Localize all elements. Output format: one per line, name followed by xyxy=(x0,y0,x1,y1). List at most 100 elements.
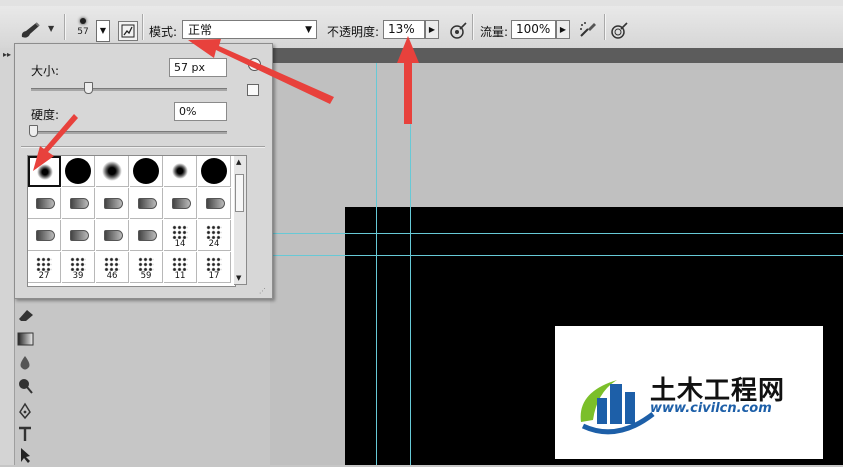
brush-preset-size-label: 11 xyxy=(174,271,186,281)
brush-preset-cell[interactable]: 39 xyxy=(62,252,95,283)
opacity-field[interactable]: 13% xyxy=(383,20,425,39)
size-label: 大小: xyxy=(31,64,60,78)
mode-select[interactable]: 正常 ▼ xyxy=(182,20,317,39)
scroll-down-icon[interactable]: ▼ xyxy=(236,274,241,282)
divider xyxy=(142,14,144,40)
path-selection-tool[interactable] xyxy=(15,446,37,466)
bristle-tip-brush-icon xyxy=(138,198,157,209)
preset-scrollbar[interactable]: ▲ ▼ xyxy=(234,155,247,285)
brush-preset-cell[interactable] xyxy=(130,220,163,251)
divider xyxy=(21,146,265,148)
flow-value: 100% xyxy=(516,22,551,36)
eraser-tool[interactable] xyxy=(15,306,37,326)
brush-preset-cell[interactable] xyxy=(198,156,231,187)
scatter-brush-icon xyxy=(138,257,154,271)
brush-preview[interactable]: 57 xyxy=(72,16,94,44)
brush-preset-cell[interactable] xyxy=(62,156,95,187)
brush-preset-cell[interactable] xyxy=(164,188,197,219)
size-slider-track[interactable] xyxy=(31,88,227,91)
chevron-down-icon: ▼ xyxy=(99,26,107,35)
scatter-brush-icon xyxy=(206,225,222,239)
brush-picker-dropdown[interactable]: ▼ xyxy=(96,20,110,42)
drop-icon xyxy=(20,356,30,370)
brush-preset-size-label: 27 xyxy=(38,271,50,281)
brush-preset-cell[interactable]: 46 xyxy=(96,252,129,283)
hardness-field[interactable]: 0% xyxy=(174,102,227,121)
divider xyxy=(472,14,474,40)
brush-preset-cell[interactable] xyxy=(130,188,163,219)
bristle-tip-brush-icon xyxy=(138,230,157,241)
brush-preset-cell[interactable]: 59 xyxy=(130,252,163,283)
bristle-tip-brush-icon xyxy=(104,230,123,241)
brush-tip-icon xyxy=(80,18,86,24)
brush-preset-cell[interactable] xyxy=(62,220,95,251)
brush-preset-cell[interactable] xyxy=(96,156,129,187)
pen-tool[interactable] xyxy=(15,402,37,422)
horizontal-guide[interactable] xyxy=(270,255,843,256)
dodge-icon xyxy=(19,379,33,394)
airbrush-button[interactable] xyxy=(578,20,598,40)
scatter-brush-icon xyxy=(172,257,188,271)
hardness-label: 硬度: xyxy=(31,108,60,122)
blur-tool[interactable] xyxy=(15,354,37,374)
chevron-down-icon: ▼ xyxy=(48,24,55,33)
opacity-value: 13% xyxy=(388,22,415,36)
brush-preset-cell[interactable] xyxy=(28,220,61,251)
scatter-brush-icon xyxy=(172,225,188,239)
brush-preset-size-label: 14 xyxy=(174,239,186,249)
opacity-slider-button[interactable]: ▶ xyxy=(425,20,439,39)
tool-preset-picker[interactable]: ▼ xyxy=(18,20,54,40)
dodge-tool[interactable] xyxy=(15,377,37,397)
brush-preset-picker: 大小: 57 px ▶ 硬度: 0% 14 24 27 39 46 59 11 17 ▲ ▼ … xyxy=(14,43,273,299)
brush-preset-cell[interactable] xyxy=(164,156,197,187)
scrollbar-thumb[interactable] xyxy=(235,174,244,212)
flow-field[interactable]: 100% xyxy=(511,20,556,39)
size-slider-thumb[interactable] xyxy=(83,82,93,94)
gradient-tool[interactable] xyxy=(15,330,37,350)
brush-preset-cell[interactable]: 11 xyxy=(164,252,197,283)
brush-preset-cell[interactable] xyxy=(198,188,231,219)
new-preset-button[interactable] xyxy=(247,84,259,96)
brush-preset-cell[interactable] xyxy=(96,220,129,251)
brush-preset-cell[interactable]: 17 xyxy=(198,252,231,283)
size-field[interactable]: 57 px xyxy=(169,58,227,77)
brush-panel-toggle-icon xyxy=(121,24,135,38)
resize-grip-icon[interactable]: ⋰ xyxy=(259,287,266,295)
hardness-slider-track[interactable] xyxy=(31,131,227,134)
brush-preset-cell[interactable] xyxy=(28,156,61,187)
brush-preset-cell[interactable] xyxy=(62,188,95,219)
scroll-up-icon[interactable]: ▲ xyxy=(236,158,241,166)
brush-preset-cell[interactable]: 14 xyxy=(164,220,197,251)
tablet-pressure-size-button[interactable] xyxy=(610,20,630,40)
divider xyxy=(604,14,606,40)
document-tab-bar xyxy=(270,48,843,63)
vertical-guide[interactable] xyxy=(376,63,377,465)
soft-round-brush-icon xyxy=(172,163,188,179)
brush-preset-cell[interactable] xyxy=(28,188,61,219)
watermark-logo: 土木工程网 www.civilcn.com xyxy=(555,326,823,459)
scatter-brush-icon xyxy=(36,257,52,271)
brush-preset-cell[interactable] xyxy=(130,156,163,187)
panel-grip-icon[interactable]: ▸▸ xyxy=(3,50,11,59)
type-tool[interactable] xyxy=(15,425,37,445)
panel-menu-button[interactable]: ▶ xyxy=(248,58,261,71)
vertical-guide[interactable] xyxy=(410,63,411,465)
horizontal-guide[interactable] xyxy=(270,233,843,234)
hardness-slider-thumb[interactable] xyxy=(29,125,38,137)
brush-preset-cell[interactable]: 27 xyxy=(28,252,61,283)
chevron-down-icon: ▼ xyxy=(305,25,312,35)
scatter-brush-icon xyxy=(70,257,86,271)
airbrush-icon xyxy=(580,22,596,37)
gradient-icon xyxy=(17,332,34,346)
divider xyxy=(64,14,66,40)
flow-slider-button[interactable]: ▶ xyxy=(556,20,570,39)
brush-preset-size-label: 59 xyxy=(140,271,152,281)
toggle-brush-panel-button[interactable] xyxy=(118,21,138,41)
brush-preset-size-label: 46 xyxy=(106,271,118,281)
pen-icon xyxy=(19,402,31,420)
brush-preset-cell[interactable] xyxy=(96,188,129,219)
hard-round-brush-icon xyxy=(65,158,91,184)
brush-preset-cell[interactable]: 24 xyxy=(198,220,231,251)
tablet-pressure-opacity-button[interactable] xyxy=(449,20,469,40)
size-value: 57 px xyxy=(174,61,205,74)
